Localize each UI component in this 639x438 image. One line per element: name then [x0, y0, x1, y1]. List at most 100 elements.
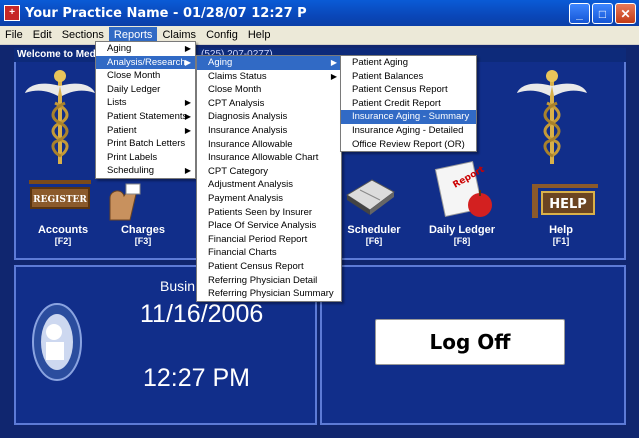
- aging-menu-item[interactable]: Insurance Aging - Summary: [341, 110, 476, 124]
- aging-menu-item-label: Office Review Report (OR): [352, 138, 465, 150]
- aging-menu-item-label: Patient Credit Report: [352, 97, 441, 109]
- reports-menu-item[interactable]: Patient ▶: [96, 124, 195, 138]
- reports-menu-item[interactable]: Print Labels: [96, 151, 195, 165]
- analysis-menu-item-label: Claims Status: [208, 70, 267, 82]
- reports-menu-item[interactable]: Print Batch Letters: [96, 137, 195, 151]
- analysis-menu-item[interactable]: Payment Analysis: [197, 192, 341, 206]
- analysis-menu-item-label: Diagnosis Analysis: [208, 111, 288, 123]
- menu-file[interactable]: File: [0, 27, 28, 44]
- menu-edit[interactable]: Edit: [28, 27, 57, 44]
- submenu-arrow-icon: ▶: [330, 58, 337, 67]
- analysis-menu-item[interactable]: Diagnosis Analysis: [197, 110, 341, 124]
- analysis-menu-item[interactable]: Insurance Allowable: [197, 138, 341, 152]
- svg-text:HELP: HELP: [549, 197, 587, 212]
- window-title: Your Practice Name - 01/28/07 12:27 P: [25, 5, 307, 21]
- aging-menu-item-label: Patient Balances: [352, 70, 424, 82]
- reports-menu-item[interactable]: Scheduling ▶: [96, 164, 195, 178]
- menu-config[interactable]: Config: [201, 27, 243, 44]
- reports-menu-item[interactable]: Aging ▶: [96, 42, 195, 56]
- submenu-arrow-icon: ▶: [184, 44, 191, 53]
- report-apple-icon[interactable]: Report: [425, 160, 500, 225]
- submenu-arrow-icon: ▶: [184, 98, 191, 108]
- reports-menu-item-label: Lists: [107, 97, 127, 109]
- analysis-menu-item-label: Payment Analysis: [208, 192, 283, 204]
- accounts-label[interactable]: Accounts [F2]: [30, 225, 96, 247]
- aging-menu-item[interactable]: Insurance Aging - Detailed: [341, 124, 476, 138]
- user-badge-icon: [32, 303, 82, 381]
- maximize-button[interactable]: □: [592, 3, 613, 24]
- reports-menu-item-label: Close Month: [107, 70, 161, 82]
- reports-menu-item-label: Scheduling: [107, 165, 155, 177]
- analysis-menu-item[interactable]: Place Of Service Analysis: [197, 219, 341, 233]
- analysis-menu-item[interactable]: Financial Period Report: [197, 233, 341, 247]
- analysis-menu-item-label: Place Of Service Analysis: [208, 220, 317, 232]
- analysis-menu-item-label: Referring Physician Detail: [208, 274, 318, 286]
- register-sign-icon[interactable]: REGISTER: [26, 178, 96, 223]
- analysis-menu-item[interactable]: Patients Seen by Insurer: [197, 206, 341, 220]
- reports-menu-item[interactable]: Lists ▶: [96, 96, 195, 110]
- analysis-menu-item-label: Close Month: [208, 84, 262, 96]
- reports-menu-item[interactable]: Close Month: [96, 69, 195, 83]
- analysis-menu-item[interactable]: Financial Charts: [197, 246, 341, 260]
- analysis-menu-item[interactable]: CPT Category: [197, 165, 341, 179]
- analysis-menu-item[interactable]: Claims Status ▶: [197, 70, 341, 84]
- log-off-button[interactable]: Log Off: [375, 319, 565, 365]
- submenu-arrow-icon: ▶: [184, 111, 191, 121]
- reports-menu-item[interactable]: Patient Statements ▶: [96, 110, 195, 124]
- reports-menu-item-label: Analysis/Research: [107, 56, 186, 68]
- analysis-menu-item-label: Adjustment Analysis: [208, 179, 294, 191]
- aging-menu-item[interactable]: Office Review Report (OR): [341, 138, 476, 152]
- daily-ledger-label[interactable]: Daily Ledger [F8]: [425, 225, 499, 247]
- analysis-menu-item[interactable]: Referring Physician Summary: [197, 287, 341, 301]
- submenu-arrow-icon: ▶: [184, 166, 191, 176]
- help-label[interactable]: Help [F1]: [528, 225, 594, 247]
- analysis-menu-item[interactable]: Adjustment Analysis: [197, 178, 341, 192]
- caduceus-right-icon: [517, 70, 587, 164]
- reports-dropdown: Aging ▶ Analysis/Research ▶ Close Month Daily…: [95, 41, 196, 179]
- analysis-menu-item-label: Patient Census Report: [208, 260, 304, 272]
- analysis-menu-item[interactable]: Close Month: [197, 83, 341, 97]
- scheduler-book-icon[interactable]: [342, 170, 397, 220]
- business-date: 11/16/2006: [140, 300, 264, 328]
- scheduler-label[interactable]: Scheduler [F6]: [341, 225, 407, 247]
- analysis-research-submenu: Aging ▶ Claims Status ▶ Close Month CPT Analy…: [196, 55, 342, 302]
- analysis-menu-item-label: CPT Analysis: [208, 97, 265, 109]
- analysis-menu-item[interactable]: CPT Analysis: [197, 97, 341, 111]
- aging-menu-item-label: Patient Census Report: [352, 84, 448, 96]
- analysis-menu-item[interactable]: Referring Physician Detail: [197, 274, 341, 288]
- reports-menu-item[interactable]: Daily Ledger: [96, 83, 195, 97]
- analysis-menu-item-label: Patients Seen by Insurer: [208, 206, 313, 218]
- hand-charge-icon[interactable]: [100, 180, 150, 225]
- aging-menu-item[interactable]: Patient Aging: [341, 56, 476, 70]
- practice-app-icon[interactable]: +: [4, 5, 20, 21]
- aging-menu-item-label: Insurance Aging - Detailed: [352, 124, 464, 136]
- window-controls: _ □ ✕: [569, 3, 636, 24]
- analysis-menu-item-label: Insurance Allowable Chart: [208, 152, 319, 164]
- analysis-menu-item-label: Financial Charts: [208, 247, 277, 259]
- minimize-button[interactable]: _: [569, 3, 590, 24]
- submenu-arrow-icon: ▶: [330, 71, 337, 81]
- charges-label[interactable]: Charges [F3]: [110, 225, 176, 247]
- aging-menu-item[interactable]: Patient Credit Report: [341, 97, 476, 111]
- reports-menu-item[interactable]: Analysis/Research ▶: [96, 55, 195, 70]
- help-sign-icon[interactable]: HELP: [530, 180, 600, 225]
- reports-menu-item-label: Print Labels: [107, 151, 158, 163]
- reports-menu-item-label: Print Batch Letters: [107, 138, 186, 150]
- analysis-menu-item[interactable]: Insurance Analysis: [197, 124, 341, 138]
- submenu-arrow-icon: ▶: [184, 57, 191, 67]
- analysis-menu-item-label: Insurance Analysis: [208, 124, 288, 136]
- analysis-menu-item[interactable]: Aging ▶: [197, 56, 341, 70]
- aging-menu-item-label: Patient Aging: [352, 57, 408, 68]
- analysis-menu-item[interactable]: Insurance Allowable Chart: [197, 151, 341, 165]
- aging-menu-item[interactable]: Patient Balances: [341, 70, 476, 84]
- svg-text:REGISTER: REGISTER: [33, 195, 87, 205]
- aging-menu-item[interactable]: Patient Census Report: [341, 83, 476, 97]
- analysis-menu-item-label: Aging: [208, 57, 233, 68]
- close-button[interactable]: ✕: [615, 3, 636, 24]
- business-time: 12:27 PM: [143, 364, 251, 392]
- menu-help[interactable]: Help: [243, 27, 276, 44]
- welcome-text: Welcome to Medi: [17, 49, 99, 60]
- reports-menu-item-label: Aging: [107, 43, 132, 54]
- analysis-menu-item[interactable]: Patient Census Report: [197, 260, 341, 274]
- caduceus-left-icon: [25, 70, 95, 164]
